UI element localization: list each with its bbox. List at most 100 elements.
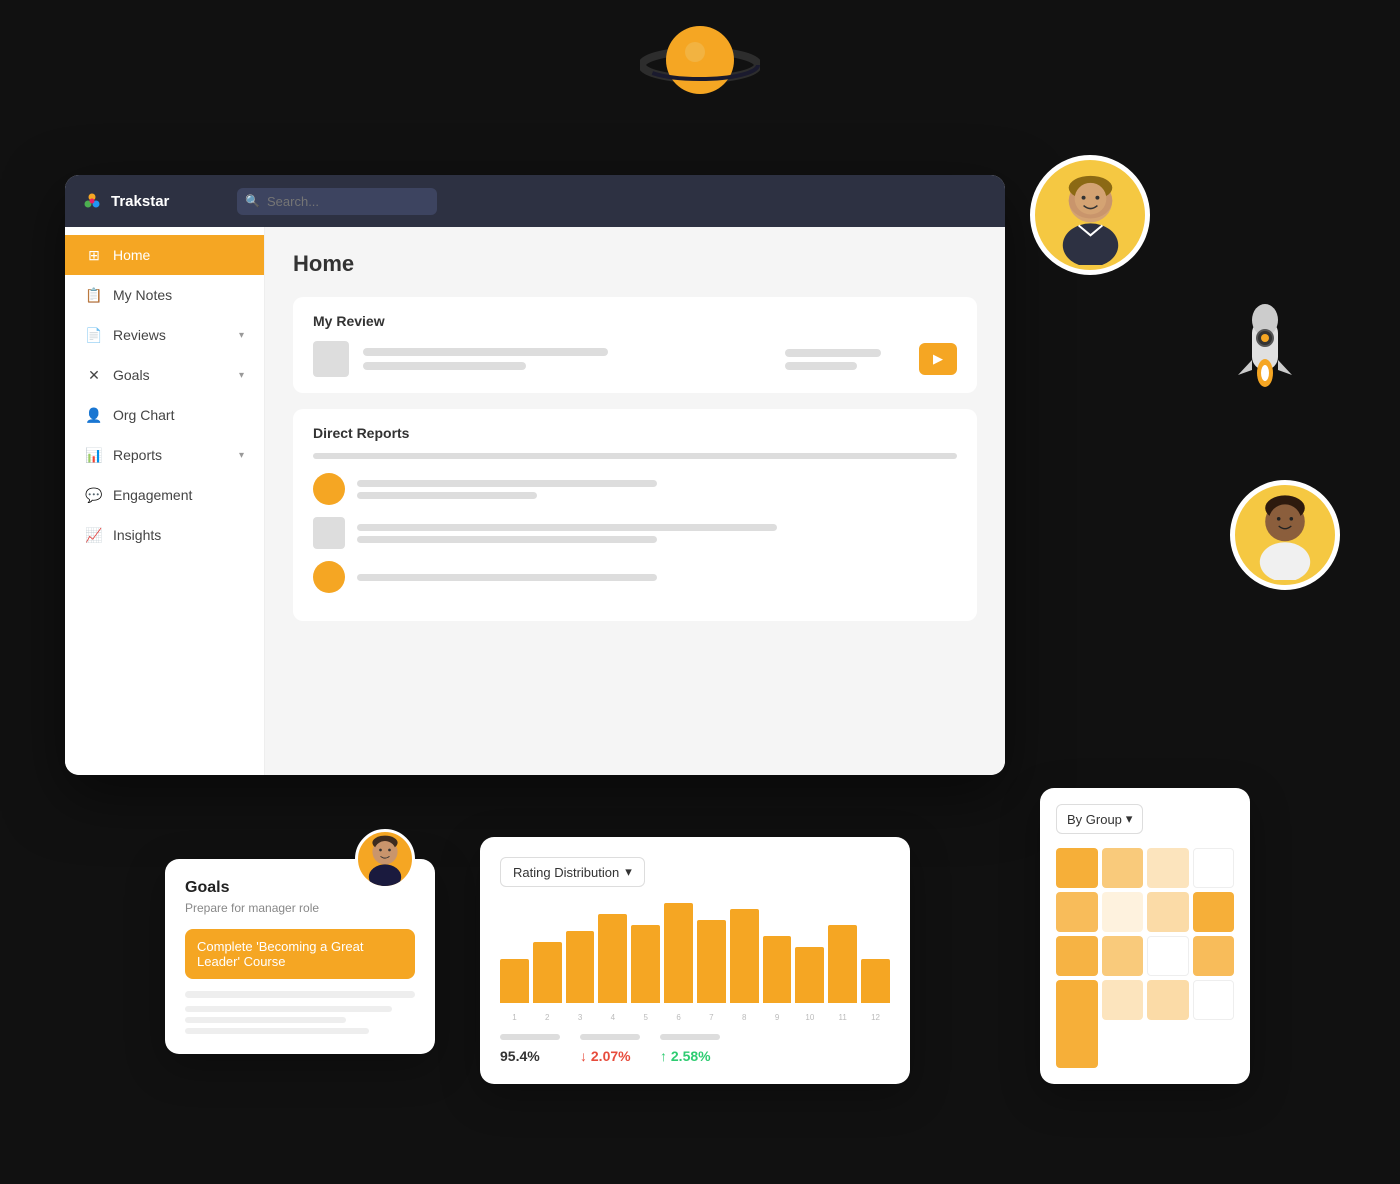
sidebar-item-org-chart[interactable]: 👤 Org Chart xyxy=(65,395,264,435)
chevron-reviews: ▾ xyxy=(239,330,244,341)
heatmap-cell-10 xyxy=(1102,936,1144,976)
heatmap xyxy=(1056,848,1234,1068)
chevron-goals: ▾ xyxy=(239,370,244,381)
avatar-blonde xyxy=(1030,155,1150,275)
planet-icon xyxy=(640,10,760,110)
my-review-title: My Review xyxy=(313,313,957,329)
heatmap-cell-14 xyxy=(1102,980,1144,1020)
avatar-dark xyxy=(1230,480,1340,590)
goals-card: Goals Prepare for manager role Complete … xyxy=(165,859,435,1054)
stat-value-main: 95.4% xyxy=(500,1048,560,1064)
goals-desc-3 xyxy=(185,1028,369,1034)
my-review-card: My Review ▶ xyxy=(293,297,977,393)
review-text-group xyxy=(363,348,771,370)
sidebar-label-engagement: Engagement xyxy=(113,487,192,503)
chart-label-4: 5 xyxy=(631,1013,660,1022)
grid-icon: ⊞ xyxy=(85,246,103,264)
sidebar-item-goals[interactable]: ✕ Goals ▾ xyxy=(65,355,264,395)
engagement-icon: 💬 xyxy=(85,486,103,504)
report-line-2b xyxy=(357,536,657,543)
report-line-3a xyxy=(357,574,657,581)
sidebar-item-reviews[interactable]: 📄 Reviews ▾ xyxy=(65,315,264,355)
sidebar-label-goals: Goals xyxy=(113,367,150,383)
report-avatar-3 xyxy=(313,561,345,593)
review-thumbnail xyxy=(313,341,349,377)
goals-card-avatar xyxy=(355,829,415,889)
heatmap-cell-4 xyxy=(1193,848,1235,888)
report-lines-1 xyxy=(357,480,957,499)
bar-7 xyxy=(730,909,759,1003)
review-button[interactable]: ▶ xyxy=(919,343,957,375)
chart-label-11: 12 xyxy=(861,1013,890,1022)
heatmap-cell-3 xyxy=(1147,848,1189,888)
sidebar-item-insights[interactable]: 📈 Insights xyxy=(65,515,264,555)
bar-0 xyxy=(500,959,529,1003)
sidebar-label-reviews: Reviews xyxy=(113,327,166,343)
goals-desc-1 xyxy=(185,1006,392,1012)
bar-8 xyxy=(763,936,792,1003)
bygroup-dropdown-label: By Group xyxy=(1067,812,1122,827)
trakstar-logo-icon xyxy=(81,190,103,212)
report-lines-3 xyxy=(357,574,957,581)
chevron-reports: ▾ xyxy=(239,450,244,461)
bar-6 xyxy=(697,920,726,1003)
review-meta-line-2 xyxy=(785,362,857,370)
stat-line-grey-2 xyxy=(580,1034,640,1040)
heatmap-cell-15 xyxy=(1147,980,1189,1020)
sidebar-label-my-notes: My Notes xyxy=(113,287,172,303)
search-icon: 🔍 xyxy=(245,194,260,208)
chart-labels: 123456789101112 xyxy=(500,1013,890,1022)
heatmap-cell-8 xyxy=(1193,892,1235,932)
report-row-2 xyxy=(313,517,957,549)
main-content: Home My Review ▶ xyxy=(265,227,1005,775)
sidebar-item-my-notes[interactable]: 📋 My Notes xyxy=(65,275,264,315)
heatmap-cell-9 xyxy=(1056,936,1098,976)
app-logo-text: Trakstar xyxy=(111,193,169,210)
bar-4 xyxy=(631,925,660,1003)
org-icon: 👤 xyxy=(85,406,103,424)
report-line-1a xyxy=(357,480,657,487)
heatmap-cell-6 xyxy=(1102,892,1144,932)
bar-1 xyxy=(533,942,562,1003)
review-icon: 📄 xyxy=(85,326,103,344)
heatmap-cell-5 xyxy=(1056,892,1098,932)
app-body: ⊞ Home 📋 My Notes 📄 Reviews ▾ ✕ Goals ▾ … xyxy=(65,227,1005,775)
bygroup-dropdown[interactable]: By Group ▾ xyxy=(1056,804,1143,834)
heatmap-cell-13 xyxy=(1056,980,1098,1068)
rating-card-header: Rating Distribution ▾ xyxy=(500,857,890,887)
rating-distribution-card: Rating Distribution ▾ 123456789101112 95… xyxy=(480,837,910,1084)
search-wrapper[interactable]: 🔍 xyxy=(237,188,437,215)
progress-bar xyxy=(313,453,957,459)
notes-icon: 📋 xyxy=(85,286,103,304)
bar-5 xyxy=(664,903,693,1003)
sidebar-item-home[interactable]: ⊞ Home xyxy=(65,235,264,275)
bar-chart xyxy=(500,903,890,1003)
goals-progress-line xyxy=(185,991,415,998)
reports-icon: 📊 xyxy=(85,446,103,464)
heatmap-cell-16 xyxy=(1193,980,1235,1020)
goals-goal-item[interactable]: Complete 'Becoming a Great Leader' Cours… xyxy=(185,929,415,979)
sidebar-label-org: Org Chart xyxy=(113,407,174,423)
search-input[interactable] xyxy=(237,188,437,215)
stat-group-3: ↑ 2.58% xyxy=(660,1034,720,1064)
stat-value-up: ↑ 2.58% xyxy=(660,1048,720,1064)
sidebar-item-engagement[interactable]: 💬 Engagement xyxy=(65,475,264,515)
chart-label-2: 3 xyxy=(566,1013,595,1022)
report-line-1b xyxy=(357,492,537,499)
report-avatar-2 xyxy=(313,517,345,549)
chart-label-9: 10 xyxy=(795,1013,824,1022)
bar-3 xyxy=(598,914,627,1003)
goals-icon: ✕ xyxy=(85,366,103,384)
rating-distribution-dropdown[interactable]: Rating Distribution ▾ xyxy=(500,857,645,887)
review-meta-line-1 xyxy=(785,349,881,357)
heatmap-cell-1 xyxy=(1056,848,1098,888)
review-row: ▶ xyxy=(313,341,957,377)
heatmap-cell-2 xyxy=(1102,848,1144,888)
sidebar-label-insights: Insights xyxy=(113,527,161,543)
sidebar-item-reports[interactable]: 📊 Reports ▾ xyxy=(65,435,264,475)
top-bar: Trakstar 🔍 xyxy=(65,175,1005,227)
direct-reports-title: Direct Reports xyxy=(313,425,957,441)
bar-2 xyxy=(566,931,595,1003)
app-window: Trakstar 🔍 ⊞ Home 📋 My Notes 📄 Reviews ▾ xyxy=(65,175,1005,775)
bygroup-card: By Group ▾ xyxy=(1040,788,1250,1084)
